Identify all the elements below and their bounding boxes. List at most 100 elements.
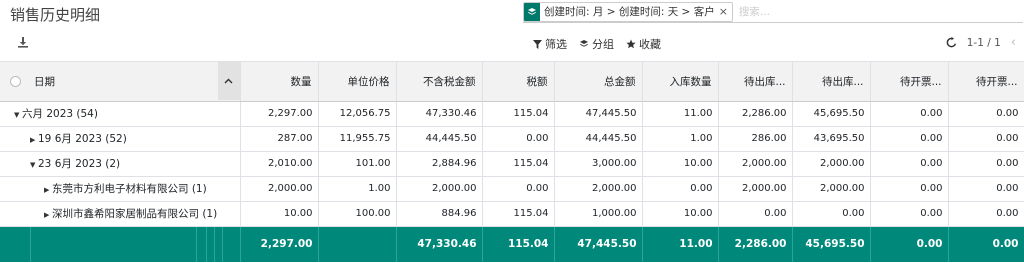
column-header-to-invoice-amount[interactable]: 待开票... (948, 62, 1024, 102)
pager-range[interactable]: 1-1 / 1 (967, 37, 1001, 49)
total-cell: 45,695.50 (792, 226, 871, 262)
group-label: 23 6月 2023 (2) (38, 158, 121, 170)
value-cell[interactable]: 2,286.00 (718, 101, 793, 127)
layers-icon (580, 40, 588, 47)
value-cell[interactable]: 0.00 (642, 176, 719, 202)
group-label: 东莞市方利电子材料有限公司 (1) (52, 183, 207, 195)
value-cell[interactable]: 43,695.50 (792, 126, 871, 152)
select-all-checkbox[interactable] (10, 76, 21, 87)
value-cell[interactable]: 1,000.00 (554, 201, 643, 227)
value-cell[interactable]: 11.00 (642, 101, 719, 127)
value-cell[interactable]: 0.00 (870, 201, 949, 227)
value-cell[interactable]: 100.00 (318, 201, 397, 227)
value-cell[interactable]: 0.00 (718, 201, 793, 227)
value-cell[interactable]: 2,000.00 (792, 176, 871, 202)
value-cell[interactable]: 10.00 (642, 201, 719, 227)
pager: 1-1 / 1 ‹ (946, 35, 1016, 50)
total-cell: 115.04 (482, 226, 555, 262)
value-cell[interactable]: 0.00 (948, 151, 1024, 177)
value-cell[interactable]: 44,445.50 (396, 126, 483, 152)
group-header-cell[interactable]: ▶ 东莞市方利电子材料有限公司 (1) (0, 176, 241, 202)
group-header-cell[interactable]: ▼ 23 6月 2023 (2) (0, 151, 241, 177)
value-cell[interactable]: 0.00 (870, 126, 949, 152)
group-header-cell[interactable]: ▼ 六月 2023 (54) (0, 101, 241, 127)
value-cell[interactable]: 101.00 (318, 151, 397, 177)
group-label: 深圳市鑫希阳家居制品有限公司 (1) (52, 208, 218, 220)
column-header-to-deliver-amount[interactable]: 待出库... (792, 62, 871, 102)
group-by-button[interactable]: 分组 (579, 36, 614, 52)
value-cell[interactable]: 0.00 (948, 176, 1024, 202)
column-header-to-invoice-qty[interactable]: 待开票... (870, 62, 949, 102)
value-cell[interactable]: 2,884.96 (396, 151, 483, 177)
group-header-cell[interactable]: ▶ 深圳市鑫希阳家居制品有限公司 (1) (0, 201, 241, 227)
value-cell[interactable]: 3,000.00 (554, 151, 643, 177)
value-cell[interactable]: 2,000.00 (554, 176, 643, 202)
value-cell[interactable]: 0.00 (870, 151, 949, 177)
favorites-button[interactable]: 收藏 (626, 36, 661, 52)
value-cell[interactable]: 1.00 (642, 126, 719, 152)
column-header-received-qty[interactable]: 入库数量 (642, 62, 719, 102)
value-cell[interactable]: 287.00 (240, 126, 319, 152)
column-header-date[interactable]: 日期 (0, 62, 241, 102)
value-cell[interactable]: 2,000.00 (240, 176, 319, 202)
value-cell[interactable]: 12,056.75 (318, 101, 397, 127)
total-cell: 0.00 (948, 226, 1024, 262)
value-cell[interactable]: 115.04 (482, 101, 555, 127)
search-input[interactable] (738, 5, 939, 18)
value-cell[interactable]: 44,445.50 (554, 126, 643, 152)
value-cell[interactable]: 10.00 (240, 201, 319, 227)
total-cell: 47,330.46 (396, 226, 483, 262)
column-header-total[interactable]: 总金额 (554, 62, 643, 102)
filter-button[interactable]: 筛选 (533, 36, 567, 52)
value-cell[interactable]: 2,000.00 (396, 176, 483, 202)
column-header-to-deliver-qty[interactable]: 待出库... (718, 62, 793, 102)
value-cell[interactable]: 10.00 (642, 151, 719, 177)
group-row[interactable]: ▼ 23 6月 2023 (2) 2,010.00 101.00 2,884.96 115… (0, 151, 1024, 177)
value-cell[interactable]: 2,297.00 (240, 101, 319, 127)
value-cell[interactable]: 0.00 (482, 126, 555, 152)
value-cell[interactable]: 2,000.00 (792, 151, 871, 177)
remove-facet-button[interactable]: × (719, 5, 732, 18)
layers-icon (524, 2, 540, 21)
total-cell: 0.00 (870, 226, 949, 262)
value-cell[interactable]: 115.04 (482, 151, 555, 177)
value-cell[interactable]: 0.00 (792, 201, 871, 227)
value-cell[interactable]: 45,695.50 (792, 101, 871, 127)
refresh-icon[interactable] (946, 37, 957, 48)
value-cell[interactable]: 115.04 (482, 201, 555, 227)
totals-row: 2,297.00 47,330.46 115.04 47,445.50 11.00 2,2… (0, 226, 1024, 262)
value-cell[interactable]: 2,000.00 (718, 176, 793, 202)
group-row[interactable]: ▶ 深圳市鑫希阳家居制品有限公司 (1) 10.00 100.00 884.96 115.… (0, 201, 1024, 227)
download-icon[interactable] (17, 33, 31, 48)
pivot-table: 日期 数量 单位价格 不含税金额 税额 总金额 入库数量 待出库... 待出库.… (0, 62, 1024, 262)
value-cell[interactable]: 0.00 (948, 201, 1024, 227)
header-row: 日期 数量 单位价格 不含税金额 税额 总金额 入库数量 待出库... 待出库.… (0, 62, 1024, 102)
column-header-quantity[interactable]: 数量 (240, 62, 319, 102)
value-cell[interactable]: 0.00 (482, 176, 555, 202)
caret-right-icon: ▶ (44, 211, 50, 219)
group-row[interactable]: ▼ 六月 2023 (54) 2,297.00 12,056.75 47,330.46 1… (0, 101, 1024, 127)
group-row[interactable]: ▶ 东莞市方利电子材料有限公司 (1) 2,000.00 1.00 2,000.00 0.… (0, 176, 1024, 202)
filter-label: 筛选 (545, 38, 567, 51)
value-cell[interactable]: 286.00 (718, 126, 793, 152)
value-cell[interactable]: 0.00 (948, 101, 1024, 127)
value-cell[interactable]: 47,445.50 (554, 101, 643, 127)
column-header-tax[interactable]: 税额 (482, 62, 555, 102)
value-cell[interactable]: 2,010.00 (240, 151, 319, 177)
column-header-untaxed-amount[interactable]: 不含税金额 (396, 62, 483, 102)
value-cell[interactable]: 47,330.46 (396, 101, 483, 127)
value-cell[interactable]: 0.00 (948, 126, 1024, 152)
pager-previous-icon[interactable]: ‹ (1011, 35, 1016, 50)
value-cell[interactable]: 11,955.75 (318, 126, 397, 152)
sort-toggle-button[interactable] (217, 62, 239, 100)
value-cell[interactable]: 0.00 (870, 101, 949, 127)
value-cell[interactable]: 0.00 (870, 176, 949, 202)
chevron-up-icon (224, 78, 233, 84)
value-cell[interactable]: 2,000.00 (718, 151, 793, 177)
column-header-unit-price[interactable]: 单位价格 (318, 62, 397, 102)
caret-down-icon: ▼ (14, 111, 20, 119)
value-cell[interactable]: 1.00 (318, 176, 397, 202)
group-header-cell[interactable]: ▶ 19 6月 2023 (52) (0, 126, 241, 152)
group-row[interactable]: ▶ 19 6月 2023 (52) 287.00 11,955.75 44,445.50… (0, 126, 1024, 152)
value-cell[interactable]: 884.96 (396, 201, 483, 227)
